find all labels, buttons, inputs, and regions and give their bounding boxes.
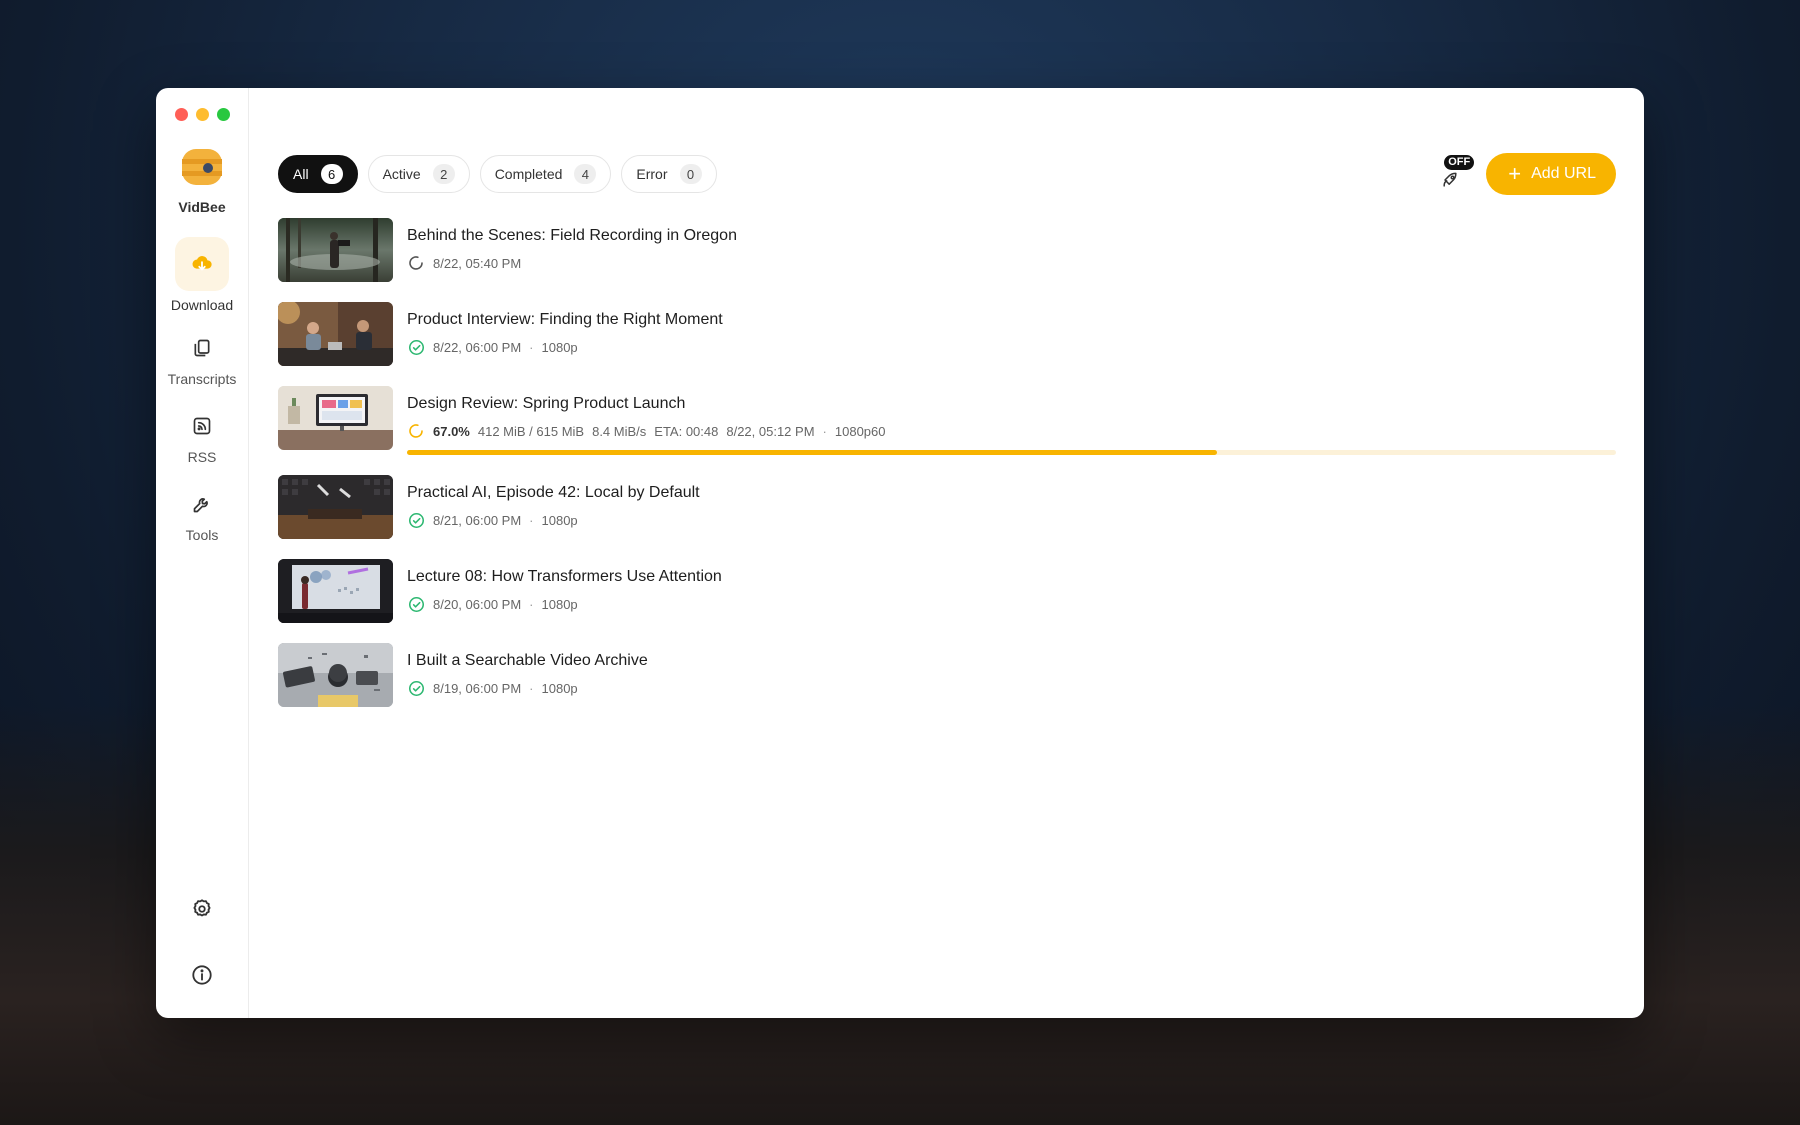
- rss-icon: [193, 417, 211, 435]
- video-quality: 1080p: [541, 339, 578, 355]
- main-content: All 6 Active 2 Completed 4 Error 0 OFF +…: [249, 88, 1644, 1018]
- settings-button[interactable]: [189, 896, 215, 922]
- video-thumbnail: [278, 559, 393, 623]
- app-window: VidBee Download Transcripts RSS Tools Al…: [156, 88, 1644, 1018]
- download-row[interactable]: Lecture 08: How Transformers Use Attenti…: [278, 559, 1616, 623]
- sidebar-item-label: Tools: [185, 527, 219, 543]
- transcripts-icon: [194, 339, 210, 357]
- check-circle-icon: [407, 595, 425, 613]
- download-percent: 67.0%: [433, 423, 470, 439]
- tab-count-badge: 6: [320, 164, 343, 184]
- filter-tabs: All 6 Active 2 Completed 4 Error 0: [278, 155, 717, 193]
- zoom-window-button[interactable]: [217, 108, 230, 121]
- download-size: 412 MiB / 615 MiB: [477, 423, 585, 439]
- tab-completed[interactable]: Completed 4: [479, 155, 612, 193]
- download-list: Behind the Scenes: Field Recording in Or…: [278, 218, 1616, 707]
- video-thumbnail: [278, 386, 393, 450]
- tab-label: Error: [636, 166, 668, 182]
- rocket-icon: [1443, 172, 1457, 187]
- sidebar-item-label: Download: [170, 297, 234, 313]
- download-eta: ETA: 00:48: [654, 423, 719, 439]
- add-url-button[interactable]: + Add URL: [1486, 153, 1616, 195]
- plus-icon: +: [1508, 161, 1522, 186]
- turbo-toggle-button[interactable]: OFF: [1434, 154, 1475, 194]
- close-window-button[interactable]: [175, 108, 188, 121]
- tab-label: Completed: [494, 166, 563, 182]
- video-quality: 1080p60: [834, 423, 886, 439]
- video-thumbnail: [278, 218, 393, 282]
- sidebar-item-tools[interactable]: Tools: [175, 487, 229, 543]
- download-row[interactable]: I Built a Searchable Video Archive 8/19,…: [278, 643, 1616, 707]
- video-date: 8/19, 06:00 PM: [433, 680, 522, 696]
- check-circle-icon: [407, 679, 425, 697]
- sidebar-footer: [156, 896, 248, 988]
- about-button[interactable]: [189, 962, 215, 988]
- video-meta: 8/19, 06:00 PM · 1080p: [407, 679, 1616, 697]
- video-title: Design Review: Spring Product Launch: [407, 395, 686, 412]
- window-controls: [175, 108, 230, 121]
- minimize-window-button[interactable]: [196, 108, 209, 121]
- tab-label: All: [293, 166, 309, 182]
- vidbee-logo-icon: [178, 143, 226, 191]
- video-title: Product Interview: Finding the Right Mom…: [407, 311, 723, 328]
- tab-active[interactable]: Active 2: [367, 155, 470, 193]
- download-row[interactable]: Practical AI, Episode 42: Local by Defau…: [278, 475, 1616, 539]
- video-date: 8/22, 06:00 PM: [433, 339, 522, 355]
- download-cloud-icon: [192, 256, 212, 271]
- spinner-icon: [407, 422, 425, 440]
- video-title: Lecture 08: How Transformers Use Attenti…: [407, 568, 722, 585]
- video-thumbnail: [278, 475, 393, 539]
- video-date: 8/22, 05:12 PM: [726, 423, 815, 439]
- spinner-icon: [407, 254, 425, 272]
- check-circle-icon: [407, 338, 425, 356]
- video-quality: 1080p: [541, 596, 578, 612]
- download-row[interactable]: Design Review: Spring Product Launch 67.…: [278, 386, 1616, 455]
- tab-error[interactable]: Error 0: [621, 155, 717, 193]
- sidebar-item-label: Transcripts: [167, 371, 237, 387]
- add-url-label: Add URL: [1531, 165, 1596, 182]
- video-date: 8/22, 05:40 PM: [433, 255, 522, 271]
- video-quality: 1080p: [541, 680, 578, 696]
- app-name: VidBee: [178, 199, 226, 215]
- download-progress-fill: [407, 450, 1218, 455]
- sidebar-item-label: RSS: [187, 449, 217, 465]
- video-title: Behind the Scenes: Field Recording in Or…: [407, 227, 737, 244]
- wrench-icon: [193, 498, 208, 513]
- video-date: 8/20, 06:00 PM: [433, 596, 522, 612]
- gear-icon: [193, 899, 211, 917]
- sidebar-item-rss[interactable]: RSS: [175, 409, 229, 465]
- video-meta: 8/22, 05:40 PM: [407, 254, 1616, 272]
- tab-label: Active: [382, 166, 421, 182]
- video-title: Practical AI, Episode 42: Local by Defau…: [407, 484, 700, 501]
- sidebar-item-download[interactable]: Download: [171, 237, 233, 313]
- video-meta: 67.0% 412 MiB / 615 MiB 8.4 MiB/s ETA: 0…: [407, 422, 1616, 440]
- video-title: I Built a Searchable Video Archive: [407, 652, 648, 669]
- video-meta: 8/22, 06:00 PM · 1080p: [407, 338, 1616, 356]
- download-row[interactable]: Behind the Scenes: Field Recording in Or…: [278, 218, 1616, 282]
- check-circle-icon: [407, 511, 425, 529]
- tab-count-badge: 0: [679, 164, 702, 184]
- video-meta: 8/20, 06:00 PM · 1080p: [407, 595, 1616, 613]
- download-progress-bar: [407, 450, 1616, 455]
- video-thumbnail: [278, 302, 393, 366]
- toolbar-actions: OFF + Add URL: [1434, 153, 1616, 195]
- turbo-status-badge: OFF: [1444, 155, 1475, 170]
- tab-count-badge: 2: [432, 164, 455, 184]
- toolbar: All 6 Active 2 Completed 4 Error 0 OFF +…: [278, 153, 1616, 195]
- download-row[interactable]: Product Interview: Finding the Right Mom…: [278, 302, 1616, 366]
- video-meta: 8/21, 06:00 PM · 1080p: [407, 511, 1616, 529]
- sidebar-item-transcripts[interactable]: Transcripts: [167, 331, 237, 387]
- video-date: 8/21, 06:00 PM: [433, 512, 522, 528]
- info-icon: [192, 965, 212, 985]
- tab-all[interactable]: All 6: [278, 155, 358, 193]
- video-quality: 1080p: [541, 512, 578, 528]
- download-speed: 8.4 MiB/s: [592, 423, 647, 439]
- tab-count-badge: 4: [574, 164, 597, 184]
- sidebar: VidBee Download Transcripts RSS Tools: [156, 88, 249, 1018]
- video-thumbnail: [278, 643, 393, 707]
